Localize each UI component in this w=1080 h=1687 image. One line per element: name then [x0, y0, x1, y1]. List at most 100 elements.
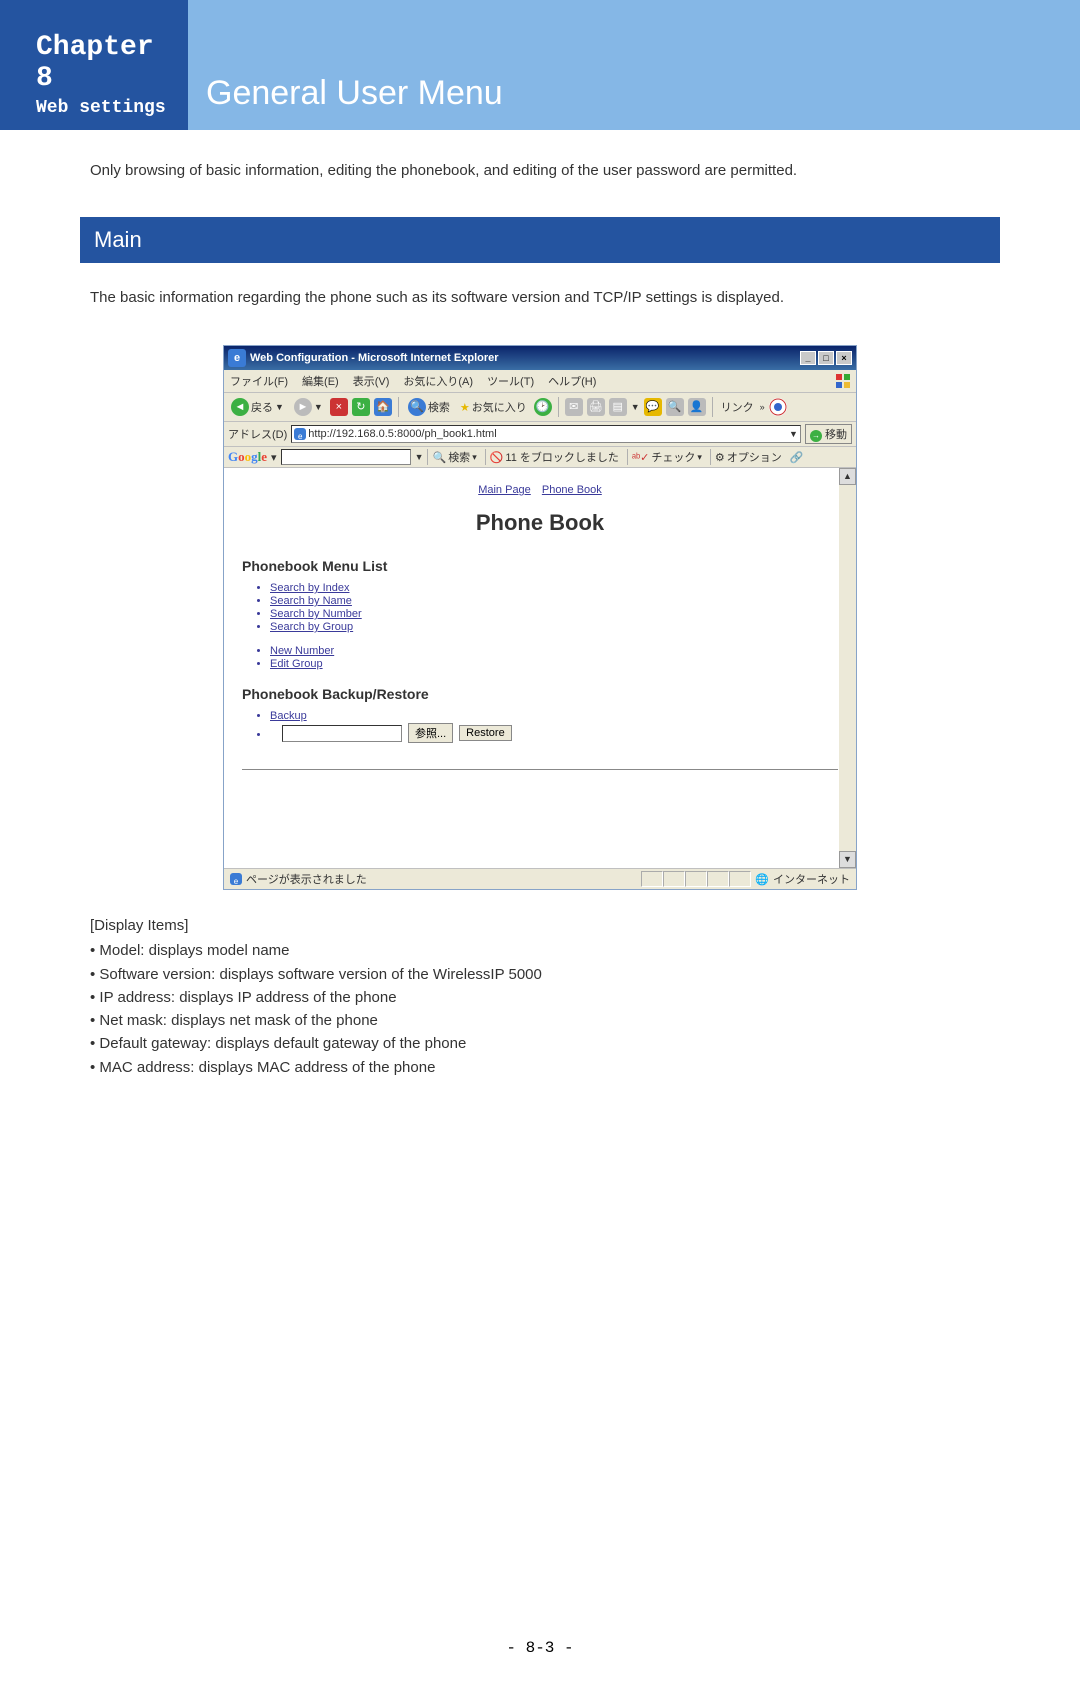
menu-favorites[interactable]: お気に入り(A)	[403, 373, 473, 389]
forward-icon: ►	[294, 398, 312, 416]
edit-icon[interactable]: ▤	[609, 398, 627, 416]
windows-flag-icon	[834, 372, 852, 390]
favorites-button[interactable]: ★ お気に入り	[457, 397, 530, 417]
phonebook-search-list: Search by Index Search by Name Search by…	[270, 582, 838, 633]
backup-restore-header: Phonebook Backup/Restore	[242, 686, 838, 702]
back-button[interactable]: ◄ 戻る ▼	[228, 396, 287, 418]
intro-text: Only browsing of basic information, edit…	[90, 160, 990, 183]
window-title: Web Configuration - Microsoft Internet E…	[250, 352, 499, 364]
status-pane	[685, 871, 707, 887]
horizontal-rule	[242, 769, 838, 770]
browser-screenshot: e Web Configuration - Microsoft Internet…	[223, 345, 857, 890]
page-viewport: ▲ ▼ Main Page Phone Book Phone Book Phon…	[224, 468, 856, 868]
close-button[interactable]: ×	[836, 351, 852, 365]
links-label[interactable]: リンク	[719, 399, 756, 415]
options-icon: ⚙	[715, 451, 725, 464]
window-title-bar: e Web Configuration - Microsoft Internet…	[224, 346, 856, 370]
star-icon: ★	[460, 401, 470, 414]
scroll-up-icon[interactable]: ▲	[839, 468, 856, 485]
zone-label: インターネット	[773, 871, 850, 887]
display-item: MAC address: displays MAC address of the…	[90, 1056, 990, 1079]
scrollbar[interactable]: ▲ ▼	[839, 468, 856, 868]
back-icon: ◄	[231, 398, 249, 416]
internet-zone-icon: 🌐	[755, 873, 769, 886]
browse-button[interactable]: 参照...	[408, 723, 453, 743]
restore-path-input[interactable]	[282, 725, 402, 742]
address-label: アドレス(D)	[228, 426, 287, 442]
minimize-button[interactable]: _	[800, 351, 816, 365]
google-logo[interactable]: Google	[228, 449, 267, 465]
menu-file[interactable]: ファイル(F)	[230, 373, 288, 389]
menu-tools[interactable]: ツール(T)	[487, 373, 534, 389]
messenger-icon[interactable]: 👤	[688, 398, 706, 416]
link-search-group[interactable]: Search by Group	[270, 621, 353, 633]
menu-edit[interactable]: 編集(E)	[302, 373, 339, 389]
mail-icon[interactable]: ✉	[565, 398, 583, 416]
abc-check-icon: ᵃᵇ✓	[632, 451, 649, 464]
print-icon[interactable]: 🖨	[587, 398, 605, 416]
ie-icon: e	[228, 349, 246, 367]
history-icon[interactable]: 🕑	[534, 398, 552, 416]
maximize-button[interactable]: □	[818, 351, 834, 365]
link-new-number[interactable]: New Number	[270, 645, 334, 657]
go-button[interactable]: → 移動	[805, 424, 852, 444]
status-text: ページが表示されました	[246, 871, 367, 887]
google-search-btn[interactable]: 🔍 検索 ▾	[427, 449, 480, 465]
chapter-subtitle: Web settings	[36, 98, 180, 118]
display-item: Model: displays model name	[90, 939, 990, 962]
page-nav: Main Page Phone Book	[242, 484, 838, 496]
page-number: - 8-3 -	[0, 1599, 1080, 1687]
link-search-name[interactable]: Search by Name	[270, 595, 352, 607]
search-button[interactable]: 🔍 検索	[405, 396, 453, 418]
google-search-input[interactable]	[281, 449, 411, 465]
address-input[interactable]: e http://192.168.0.5:8000/ph_book1.html …	[291, 425, 801, 443]
menu-help[interactable]: ヘルプ(H)	[548, 373, 596, 389]
page-title: General User Menu	[206, 74, 1080, 113]
display-item: Software version: displays software vers…	[90, 963, 990, 986]
home-button[interactable]: 🏠	[374, 398, 392, 416]
google-options[interactable]: ⚙ オプション	[710, 449, 786, 465]
backup-list: Backup 参照... Restore	[270, 710, 838, 743]
menu-bar: ファイル(F) 編集(E) 表示(V) お気に入り(A) ツール(T) ヘルプ(…	[224, 370, 856, 393]
nav-phone-book[interactable]: Phone Book	[542, 484, 602, 496]
phonebook-menu-header: Phonebook Menu List	[242, 558, 838, 574]
status-pane	[729, 871, 751, 887]
phonebook-edit-list: New Number Edit Group	[270, 645, 838, 670]
address-bar: アドレス(D) e http://192.168.0.5:8000/ph_boo…	[224, 422, 856, 447]
section-description: The basic information regarding the phon…	[90, 287, 990, 310]
discuss-icon[interactable]: 💬	[644, 398, 662, 416]
popup-icon: 🚫	[490, 451, 504, 464]
chapter-block: Chapter 8 Web settings	[0, 0, 188, 130]
status-page-icon: e	[230, 873, 242, 885]
norton-icon[interactable]	[769, 398, 787, 416]
status-pane	[663, 871, 685, 887]
google-search-icon: 🔍	[432, 451, 446, 464]
google-link-icon[interactable]: 🔗	[790, 451, 804, 464]
page-header: Chapter 8 Web settings General User Menu	[0, 0, 1080, 130]
link-search-index[interactable]: Search by Index	[270, 582, 350, 594]
chapter-title: Chapter 8	[36, 32, 180, 94]
google-toolbar: Google ▾ ▼ 🔍 検索 ▾ 🚫 11 をブロックしました ᵃᵇ✓ チェッ…	[224, 447, 856, 468]
address-dropdown-icon[interactable]: ▼	[789, 429, 798, 439]
link-edit-group[interactable]: Edit Group	[270, 658, 323, 670]
title-block: General User Menu	[188, 0, 1080, 130]
forward-button[interactable]: ► ▼	[291, 396, 326, 418]
research-icon[interactable]: 🔍	[666, 398, 684, 416]
stop-button[interactable]: ×	[330, 398, 348, 416]
restore-button[interactable]: Restore	[459, 725, 512, 741]
link-backup[interactable]: Backup	[270, 710, 307, 722]
toolbar: ◄ 戻る ▼ ► ▼ × ↻ 🏠 🔍 検索 ★ お気に入り 🕑 ✉	[224, 393, 856, 422]
nav-main-page[interactable]: Main Page	[478, 484, 531, 496]
go-icon: →	[810, 430, 822, 442]
status-bar: e ページが表示されました 🌐 インターネット	[224, 868, 856, 889]
scroll-down-icon[interactable]: ▼	[839, 851, 856, 868]
section-heading-main: Main	[80, 217, 1000, 263]
phonebook-title: Phone Book	[242, 510, 838, 536]
google-check[interactable]: ᵃᵇ✓ チェック ▾	[627, 449, 706, 465]
popup-blocker[interactable]: 🚫 11 をブロックしました	[485, 449, 623, 465]
menu-view[interactable]: 表示(V)	[353, 373, 390, 389]
display-item: Default gateway: displays default gatewa…	[90, 1032, 990, 1055]
page-icon: e	[294, 428, 306, 440]
refresh-button[interactable]: ↻	[352, 398, 370, 416]
link-search-number[interactable]: Search by Number	[270, 608, 362, 620]
